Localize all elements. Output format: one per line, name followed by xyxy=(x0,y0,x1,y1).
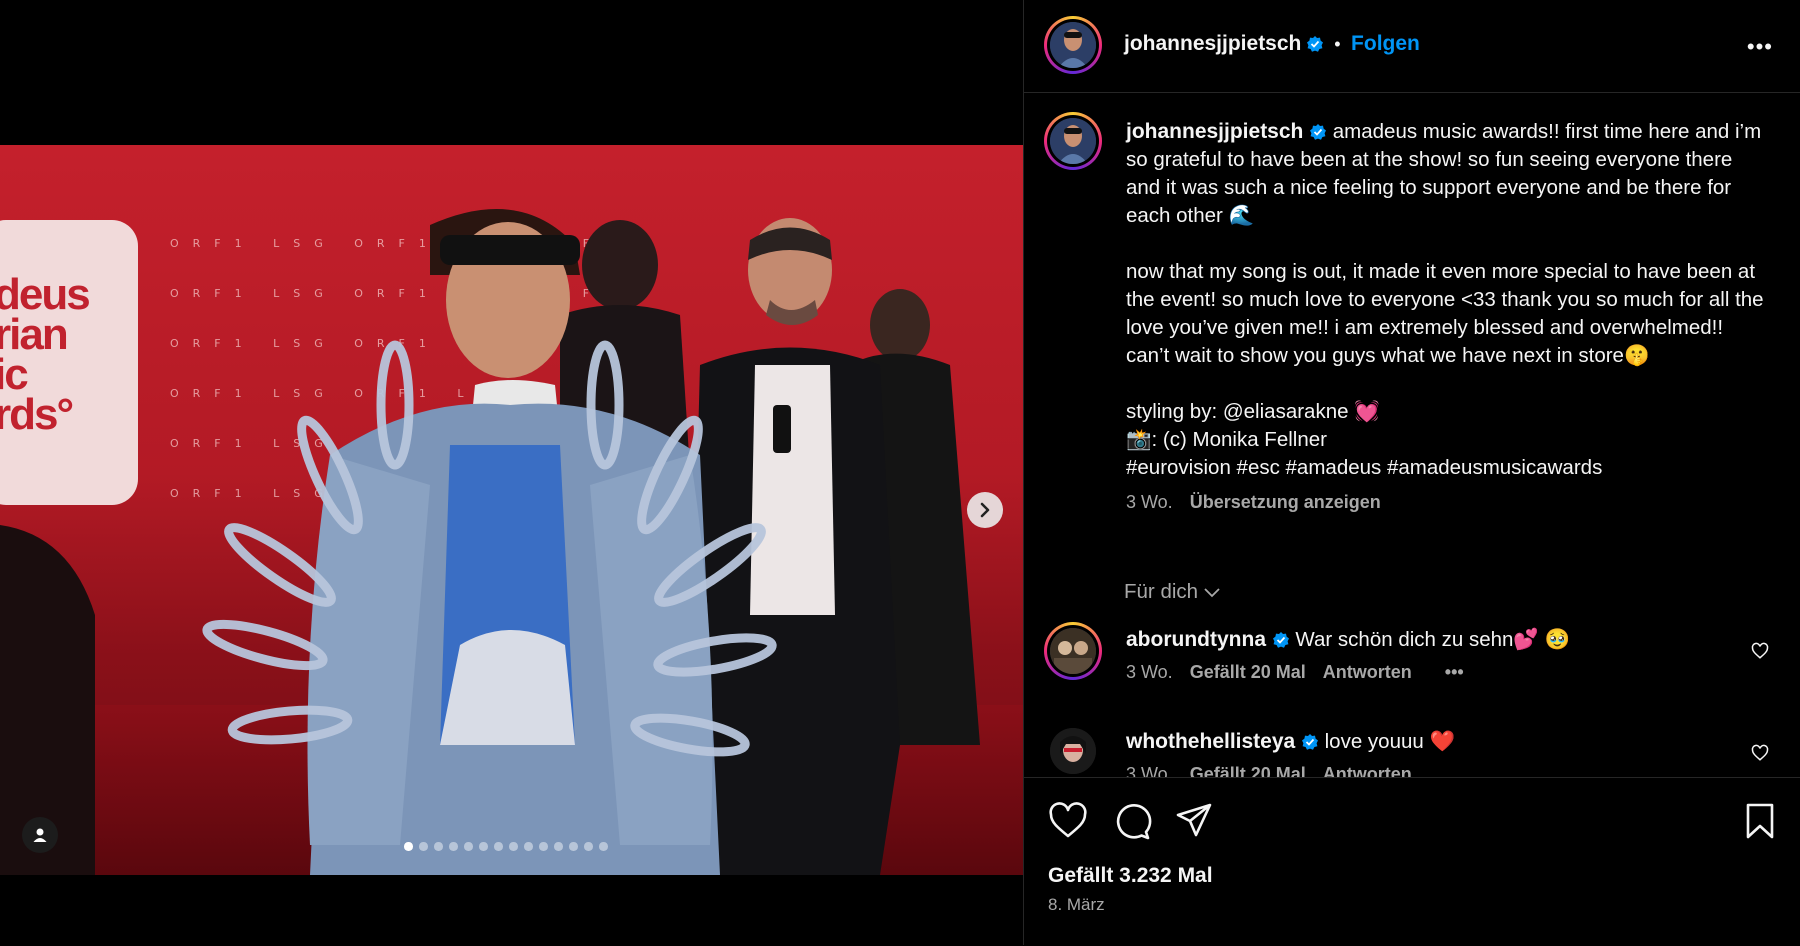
chevron-down-icon xyxy=(1204,588,1220,598)
carousel-dot xyxy=(554,842,563,851)
translate-link[interactable]: Übersetzung anzeigen xyxy=(1190,492,1381,512)
comment-filter[interactable]: Für dich xyxy=(1124,580,1220,604)
comment-username[interactable]: whothehellisteya xyxy=(1126,730,1295,753)
comment-text: War schön dich zu sehn💕 🥹 xyxy=(1295,628,1571,651)
comment-avatar[interactable] xyxy=(1044,622,1102,680)
next-image-button[interactable] xyxy=(967,492,1003,528)
comment-username[interactable]: aborundtynna xyxy=(1126,628,1266,651)
comment-icon[interactable] xyxy=(1112,801,1152,841)
post-sidebar: johannesjjpietsch • Folgen ••• johannesj… xyxy=(1023,0,1800,945)
bookmark-icon[interactable] xyxy=(1740,801,1780,841)
heart-icon[interactable] xyxy=(1751,642,1769,660)
follow-button[interactable]: Folgen xyxy=(1351,32,1420,55)
comments-scroll[interactable]: johannesjjpietsch amadeus music awards!!… xyxy=(1024,92,1800,777)
carousel-dot xyxy=(434,842,443,851)
comment-filter-label: Für dich xyxy=(1124,580,1199,603)
header-username[interactable]: johannesjjpietsch xyxy=(1124,32,1301,55)
share-icon[interactable] xyxy=(1174,801,1214,841)
comment-more-icon[interactable]: ••• xyxy=(1445,662,1464,682)
caption-text-2: now that my song is out, it made it even… xyxy=(1126,260,1764,367)
next-arrow-icon xyxy=(980,502,990,518)
heart-icon[interactable] xyxy=(1751,744,1769,762)
carousel-dot xyxy=(584,842,593,851)
carousel-dot xyxy=(524,842,533,851)
reply-button[interactable]: Antworten xyxy=(1323,662,1412,682)
comment-likes[interactable]: Gefällt 20 Mal xyxy=(1190,764,1306,777)
comment-avatar[interactable] xyxy=(1050,728,1096,774)
carousel-dot xyxy=(569,842,578,851)
verified-icon xyxy=(1301,734,1318,750)
carousel-dot xyxy=(449,842,458,851)
carousel-dot xyxy=(599,842,608,851)
likes-count[interactable]: Gefällt 3.232 Mal xyxy=(1048,864,1213,888)
avatar[interactable] xyxy=(1044,16,1102,74)
carousel-dot xyxy=(509,842,518,851)
post-actions: Gefällt 3.232 Mal 8. März xyxy=(1024,777,1800,946)
like-heart-icon[interactable] xyxy=(1048,801,1088,841)
post-media[interactable]: deus rian ic rds° ORF1 LSG ORF1 LSG ORF1… xyxy=(0,0,1023,945)
carousel-dot xyxy=(464,842,473,851)
comment-likes[interactable]: Gefällt 20 Mal xyxy=(1190,662,1306,682)
verified-icon xyxy=(1306,36,1323,52)
caption-time: 3 Wo. xyxy=(1126,492,1173,512)
carousel-dot xyxy=(539,842,548,851)
caption-styling: styling by: @eliasarakne 💓 xyxy=(1126,400,1380,423)
user-tag-button[interactable] xyxy=(22,817,58,853)
post-photo: deus rian ic rds° ORF1 LSG ORF1 LSG ORF1… xyxy=(0,145,1023,875)
carousel-indicator xyxy=(404,842,608,851)
comment-item: whothehellisteya love youuu ❤️ 3 Wo. Gef… xyxy=(1126,728,1455,777)
separator: • xyxy=(1334,34,1341,54)
user-tag-icon xyxy=(33,828,47,842)
post-header: johannesjjpietsch • Folgen ••• xyxy=(1024,0,1800,93)
caption-avatar[interactable] xyxy=(1044,112,1102,170)
verified-icon xyxy=(1310,124,1327,140)
comment-text: love youuu ❤️ xyxy=(1324,730,1456,753)
reply-button[interactable]: Antworten xyxy=(1323,764,1412,777)
carousel-dot xyxy=(404,842,413,851)
carousel-dot xyxy=(479,842,488,851)
comment-time: 3 Wo. xyxy=(1126,662,1173,682)
verified-icon xyxy=(1272,632,1289,648)
post-date: 8. März xyxy=(1048,895,1105,914)
caption-username[interactable]: johannesjjpietsch xyxy=(1126,120,1303,143)
carousel-dot xyxy=(419,842,428,851)
comment-time: 3 Wo. xyxy=(1126,764,1173,777)
comment-item: aborundtynna War schön dich zu sehn💕 🥹 3… xyxy=(1126,626,1570,686)
carousel-dot xyxy=(494,842,503,851)
caption-photo-credit: 📸: (c) Monika Fellner xyxy=(1126,428,1327,451)
more-options-icon[interactable]: ••• xyxy=(1747,34,1773,60)
caption: johannesjjpietsch amadeus music awards!!… xyxy=(1126,118,1766,516)
caption-hashtags[interactable]: #eurovision #esc #amadeus #amadeusmusica… xyxy=(1126,454,1766,482)
people-illustration xyxy=(0,209,980,875)
